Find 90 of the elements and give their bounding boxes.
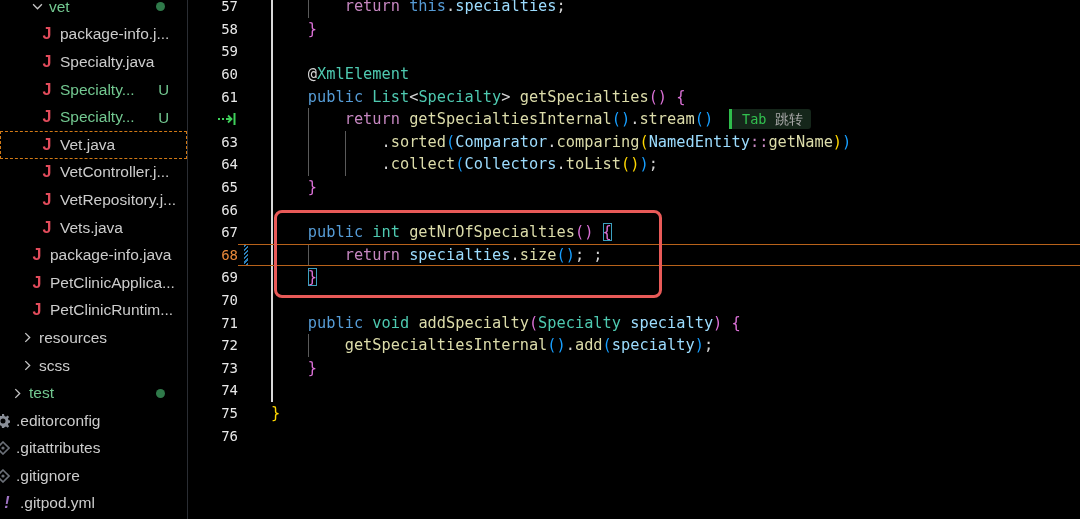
file-name: Specialty...	[60, 80, 135, 99]
diamond-icon	[0, 441, 10, 456]
file-name: Vet.java	[60, 135, 116, 154]
inline-hint: Tab 跳转	[729, 109, 811, 130]
file-tree-item[interactable]: J package-info.j...	[0, 20, 187, 49]
code-line: }	[306, 19, 318, 38]
code-line: public int getNrOfSpecialties() {	[306, 223, 612, 242]
code-line: }	[306, 358, 318, 377]
line-number: 76	[221, 427, 238, 444]
file-tree-item[interactable]: J PetClinicRuntim...	[0, 296, 187, 325]
code-line: public void addSpecialty(Specialty specialty) {	[306, 313, 741, 332]
file-name: .editorconfig	[16, 411, 101, 430]
file-tree-item[interactable]: J Specialty.java	[0, 48, 187, 76]
file-name: PetClinicApplica...	[50, 273, 175, 292]
java-file-icon: J	[40, 108, 54, 127]
file-name: vet	[49, 0, 70, 16]
file-name: Specialty.java	[60, 53, 155, 71]
line-number: 75	[221, 405, 238, 421]
java-file-icon: J	[40, 190, 54, 209]
file-tree-item[interactable]: J Specialty... U	[0, 103, 187, 131]
file-tree-item[interactable]: J VetController.j...	[0, 158, 187, 187]
code-line: return specialties.size(); ;	[343, 245, 603, 264]
code-line: }	[306, 178, 318, 197]
code-line: }	[306, 268, 318, 287]
file-name: VetController.j...	[60, 163, 170, 182]
diamond-icon	[0, 468, 10, 483]
git-status-label: U	[158, 81, 169, 99]
java-file-icon: J	[40, 218, 54, 237]
code-line: return getSpecialtiesInternal().stream()	[343, 110, 714, 129]
line-number: 59	[221, 43, 238, 60]
file-tree-item[interactable]: resources	[0, 324, 187, 352]
file-tree-item[interactable]: .editorconfig	[0, 406, 187, 435]
line-number: 72	[221, 337, 238, 354]
file-tree-item[interactable]: ! .gitpod.yml	[0, 489, 187, 518]
java-file-icon: J	[40, 53, 54, 71]
code-line: return this.specialties;	[343, 0, 566, 16]
file-name: package-info.j...	[60, 25, 170, 44]
file-tree-item[interactable]: J Vets.java	[0, 213, 187, 242]
file-name: scss	[39, 356, 70, 375]
code-line: .sorted(Comparator.comparing(NamedEntity::getName))	[380, 132, 852, 151]
java-file-icon: J	[30, 301, 44, 320]
line-number: 61	[221, 88, 238, 105]
gear-icon	[0, 413, 10, 428]
yaml-file-icon: !	[0, 494, 14, 513]
file-tree-item[interactable]: J package-info.java	[0, 241, 187, 269]
java-file-icon: J	[40, 80, 54, 99]
file-tree-item[interactable]: test	[0, 379, 187, 407]
line-number: 68	[221, 246, 238, 263]
java-file-icon: J	[40, 135, 54, 154]
file-tree-item[interactable]: J VetRepository.j...	[0, 186, 187, 214]
line-number: 73	[221, 359, 238, 376]
code-line: }	[271, 404, 281, 422]
git-status-label: U	[158, 108, 169, 126]
file-name: VetRepository.j...	[60, 190, 176, 209]
file-name: Vets.java	[60, 218, 123, 237]
line-number: 67	[221, 224, 238, 241]
file-name: resources	[39, 328, 108, 347]
line-number: 64	[221, 156, 238, 173]
code-line: public List<Specialty> getSpecialties() {	[306, 87, 686, 106]
file-name: Specialty...	[60, 108, 135, 127]
file-tree-item[interactable]: .gitattributes	[0, 434, 187, 463]
line-number: 58	[221, 20, 238, 37]
file-tree-item[interactable]: scss	[0, 351, 187, 380]
java-file-icon: J	[30, 273, 44, 292]
file-tree-item[interactable]: J PetClinicApplica...	[0, 268, 187, 297]
file-tree-item[interactable]: vet	[0, 0, 187, 21]
line-number: 65	[221, 179, 238, 196]
line-number: 71	[221, 314, 238, 331]
file-name: .gitattributes	[16, 439, 101, 458]
code-line: getSpecialtiesInternal().add(specialty);	[343, 336, 714, 355]
file-name: test	[29, 384, 54, 403]
file-name: .gitignore	[16, 466, 80, 485]
code-line: @XmlElement	[306, 65, 410, 84]
line-number: 69	[221, 269, 238, 286]
file-tree-item[interactable]: .gitignore	[0, 462, 187, 490]
file-name: PetClinicRuntim...	[50, 301, 174, 320]
line-number: 66	[221, 201, 238, 218]
file-name: package-info.java	[50, 246, 172, 265]
line-number: 74	[221, 382, 238, 399]
line-number: 63	[221, 133, 238, 150]
java-file-icon: J	[40, 25, 54, 44]
java-file-icon: J	[40, 163, 54, 182]
java-file-icon: J	[30, 246, 44, 265]
file-tree-item[interactable]: J Vet.java	[0, 130, 187, 159]
file-tree-item[interactable]: J Specialty... U	[0, 75, 187, 104]
file-name: .gitpod.yml	[20, 494, 95, 513]
line-number: 57	[221, 0, 238, 15]
line-number: 70	[221, 292, 238, 308]
line-number: 60	[221, 66, 238, 83]
code-line: .collect(Collectors.toList());	[380, 155, 658, 174]
